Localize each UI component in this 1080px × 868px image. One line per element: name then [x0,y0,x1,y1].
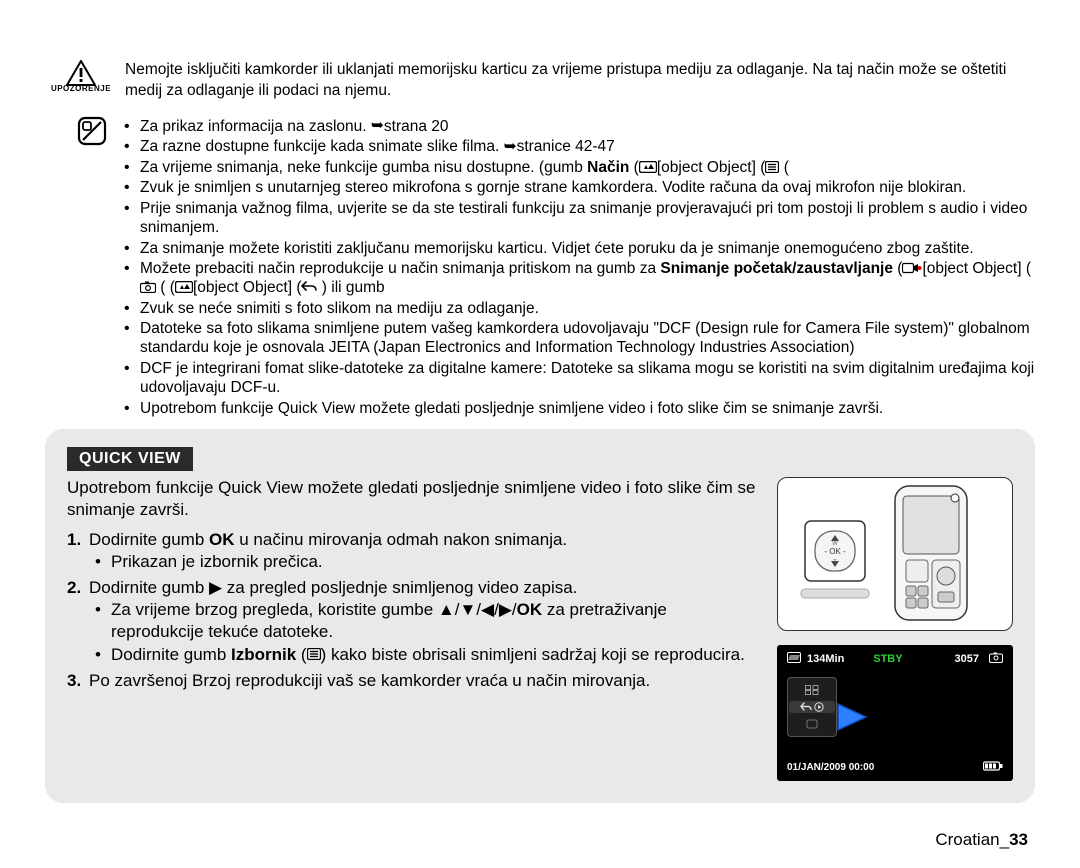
back-icon [301,281,317,293]
notes-list: Za prikaz informacija na zaslonu. ➥stran… [120,116,1035,419]
camcorder-device-icon [880,484,990,624]
lcd-status: STBY [873,653,902,665]
footer-language: Croatian [935,830,999,849]
note-text: Zvuk se neće snimiti s foto slikom na me… [140,300,539,317]
note-item: Možete prebaciti način reprodukcije u na… [120,259,1035,298]
camera-icon [140,281,156,293]
step-2: 2. Dodirnite gumb ▶ za pregled posljednj… [67,577,763,665]
step-3: 3. Po završenoj Brzoj reprodukciji vaš s… [67,670,763,692]
lcd-count: 3057 [955,653,979,665]
lcd-time-remaining: 134Min [807,653,844,665]
back-icon [800,702,812,712]
menu-icon [307,648,321,660]
note-item: Za razne dostupne funkcije kada snimate … [120,137,1035,157]
footer-page-number: 33 [1009,830,1028,849]
menu-icon [765,161,779,173]
quick-view-panel: QUICK VIEW Upotrebom funkcije Quick View… [45,429,1035,803]
step-2-sub1: Za vrijeme brzog pregleda, koristite gum… [89,599,763,643]
note-text: Datoteke sa foto slikama snimljene putem… [140,320,1030,356]
camera-icon [989,652,1003,663]
note-item: Za vrijeme snimanja, neke funkcije gumba… [120,158,1035,177]
mode-icon [175,281,193,293]
note-text: Možete prebaciti način reprodukcije u na… [140,260,660,277]
note-text: Za prikaz informacija na zaslonu. [140,118,371,135]
note-item: Prije snimanja važnog filma, uvjerite se… [120,199,1035,238]
lcd-screen: 134Min STBY 3057 [777,645,1013,781]
note-text: Za razne dostupne funkcije kada snimate … [140,138,504,155]
lcd-bottom-bar: 01/JAN/2009 00:00 [787,762,1003,773]
warning-icon-column: UPOZORENJE [45,60,117,93]
warning-text: Nemojte isključiti kamkorder ili uklanja… [125,60,1035,102]
quick-view-text: Upotrebom funkcije Quick View možete gle… [67,477,763,781]
step-1-sub: Prikazan je izbornik prečica. [89,551,763,573]
battery-icon [983,761,1003,771]
lcd-menu-row [805,685,819,695]
play-icon [814,702,824,712]
notes-block: Za prikaz informacija na zaslonu. ➥stran… [45,116,1035,419]
quick-view-heading: QUICK VIEW [67,447,193,471]
pointer-icon: ➥ [371,116,384,135]
note-text: Upotrebom funkcije Quick View možete gle… [140,400,883,417]
note-item: Za prikaz informacija na zaslonu. ➥stran… [120,117,1035,137]
rec-icon [902,262,922,274]
lcd-menu-row [806,719,818,729]
note-item: Upotrebom funkcije Quick View možete gle… [120,399,1035,418]
lcd-menu-row [789,701,835,713]
card-icon [787,652,801,663]
pointer-icon: ➥ [504,137,517,156]
note-text: Zvuk je snimljen s unutarnjeg stereo mik… [140,179,966,196]
lcd-datetime: 01/JAN/2009 00:00 [787,762,874,773]
note-icon [77,116,112,151]
mode-icon [639,161,657,173]
step-1: 1. Dodirnite gumb OK u načinu mirovanja … [67,529,763,573]
note-item: Datoteke sa foto slikama snimljene putem… [120,319,1035,358]
warning-icon [66,60,96,86]
svg-text:- OK -: - OK - [824,547,846,556]
lcd-shortcut-menu [787,677,837,737]
lcd-status-bar: 134Min STBY 3057 [787,653,1003,665]
camcorder-illustration: - OK - W T [777,477,1013,631]
note-item: Za snimanje možete koristiti zaključanu … [120,239,1035,258]
svg-text:W: W [832,541,838,547]
note-item: Zvuk je snimljen s unutarnjeg stereo mik… [120,178,1035,197]
note-text: DCF je integrirani fomat slike-datoteke … [140,360,1034,396]
note-ref: strana 20 [384,118,449,135]
ok-pad-icon: - OK - W T [800,509,870,599]
step-2-sub2: Dodirnite gumb Izbornik () kako biste ob… [89,644,763,666]
svg-text:T: T [833,560,837,566]
play-arrow-icon [836,702,870,735]
note-text: Za vrijeme snimanja, neke funkcije gumba… [140,159,587,176]
note-ref: stranice 42-47 [517,138,615,155]
note-text: Prije snimanja važnog filma, uvjerite se… [140,200,1027,236]
page-footer: Croatian_33 [935,830,1028,850]
illustration-column: - OK - W T [777,477,1013,781]
warning-block: UPOZORENJE Nemojte isključiti kamkorder … [45,60,1035,102]
note-text: Za snimanje možete koristiti zaključanu … [140,240,974,257]
note-item: DCF je integrirani fomat slike-datoteke … [120,359,1035,398]
quick-view-intro: Upotrebom funkcije Quick View možete gle… [67,477,763,521]
note-item: Zvuk se neće snimiti s foto slikom na me… [120,299,1035,318]
